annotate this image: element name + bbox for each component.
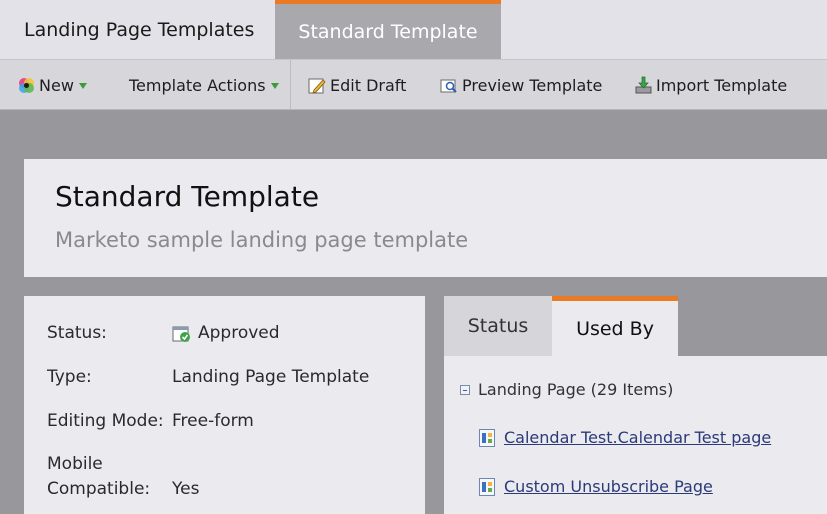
tree-group-landing-page[interactable]: Landing Page (29 Items) [460, 380, 673, 399]
panel-tab-bar: Status Used By [444, 296, 827, 356]
tab-label: Standard Template [298, 20, 478, 43]
new-dropdown-icon [78, 83, 87, 89]
tab-used-by[interactable]: Used By [552, 296, 678, 356]
landing-page-icon [479, 428, 495, 447]
preview-template-label: Preview Template [462, 75, 603, 95]
page-description: Marketo sample landing page template [55, 228, 469, 252]
editing-mode-label: Editing Mode: [47, 411, 164, 431]
new-button[interactable]: New [17, 60, 87, 110]
tab-label: Used By [576, 317, 654, 340]
import-template-label: Import Template [656, 75, 788, 95]
mobile-value: Yes [172, 479, 200, 499]
tab-label: Landing Page Templates [24, 18, 255, 41]
edit-pencil-icon [308, 76, 327, 95]
mobile-label-line2: Compatible: [47, 479, 151, 499]
editing-mode-value: Free-form [172, 411, 254, 431]
preview-template-button[interactable]: Preview Template [440, 60, 602, 110]
type-label: Type: [47, 367, 92, 387]
tab-status[interactable]: Status [444, 296, 552, 356]
template-header-card: Standard Template Marketo sample landing… [24, 159, 827, 277]
template-actions-dropdown-icon [270, 83, 279, 89]
template-actions-label: Template Actions [129, 75, 266, 95]
status-text: Approved [198, 323, 280, 343]
import-icon [634, 76, 653, 95]
status-value: Approved [172, 321, 280, 346]
toolbar: New Template Actions Edit Draft Preview … [0, 59, 827, 110]
edit-draft-label: Edit Draft [330, 75, 407, 95]
tab-standard-template[interactable]: Standard Template [275, 0, 501, 59]
preview-magnifier-icon [440, 76, 459, 95]
approved-icon [172, 324, 191, 343]
new-colorwheel-icon [17, 76, 36, 95]
landing-page-link[interactable]: Calendar Test.Calendar Test page [504, 428, 771, 447]
import-template-button[interactable]: Import Template [634, 60, 787, 110]
landing-page-link[interactable]: Custom Unsubscribe Page [504, 477, 713, 496]
page-title: Standard Template [55, 180, 320, 213]
mobile-label-line1: Mobile [47, 454, 103, 474]
type-value: Landing Page Template [172, 367, 370, 387]
edit-draft-button[interactable]: Edit Draft [308, 60, 406, 110]
landing-page-icon [479, 477, 495, 496]
template-actions-button[interactable]: Template Actions [129, 60, 279, 110]
tab-landing-page-templates[interactable]: Landing Page Templates [0, 0, 275, 59]
template-info-card: Status: Approved Type: Landing Page Temp… [24, 296, 425, 514]
list-item[interactable]: Custom Unsubscribe Page [479, 477, 713, 496]
top-tab-bar: Landing Page Templates Standard Template [0, 0, 827, 59]
used-by-panel: Status Used By Landing Page (29 Items) C… [444, 296, 827, 514]
toolbar-divider [290, 60, 291, 110]
tab-label: Status [467, 315, 529, 337]
tree-group-label: Landing Page (29 Items) [478, 380, 674, 399]
status-label: Status: [47, 323, 107, 343]
new-label: New [39, 75, 74, 95]
collapse-icon[interactable] [460, 384, 470, 395]
list-item[interactable]: Calendar Test.Calendar Test page [479, 428, 771, 447]
